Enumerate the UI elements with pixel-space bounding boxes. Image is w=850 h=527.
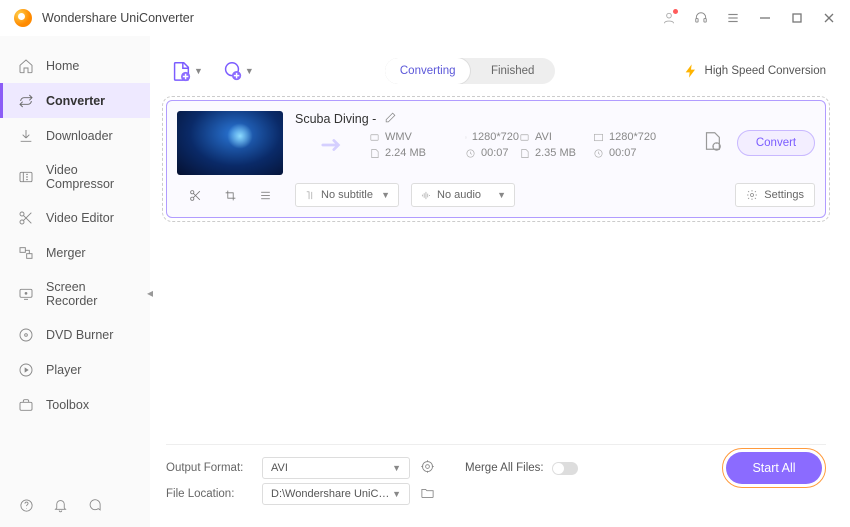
close-icon[interactable] <box>822 11 836 25</box>
tabs: Converting Finished <box>385 58 555 84</box>
sidebar-item-label: Video Compressor <box>46 163 132 191</box>
trim-icon[interactable] <box>189 189 202 202</box>
sidebar-item-compressor[interactable]: Video Compressor <box>0 153 150 200</box>
minimize-icon[interactable] <box>758 11 772 25</box>
file-card: Scuba Diving - WMV 1280*720 AVI 1280*720… <box>166 100 826 218</box>
sidebar-item-label: Toolbox <box>46 398 89 412</box>
chevron-down-icon: ▼ <box>194 66 203 76</box>
sidebar-item-downloader[interactable]: Downloader <box>0 118 150 153</box>
sidebar-item-recorder[interactable]: Screen Recorder <box>0 270 150 317</box>
scissors-icon <box>18 210 34 226</box>
merge-label: Merge All Files: <box>465 462 544 474</box>
bell-icon[interactable] <box>52 497 68 513</box>
dvd-icon <box>18 327 34 343</box>
file-location-label: File Location: <box>166 488 252 500</box>
subtitle-select[interactable]: No subtitle▼ <box>295 183 399 207</box>
sidebar-item-dvd[interactable]: DVD Burner <box>0 317 150 352</box>
sidebar: Home Converter Downloader Video Compress… <box>0 36 150 527</box>
src-resolution: 1280*720 <box>465 131 519 143</box>
start-all-button[interactable]: Start All <box>726 452 822 484</box>
dst-format: AVI <box>519 131 593 143</box>
tab-converting[interactable]: Converting <box>385 58 470 84</box>
app-logo <box>14 9 32 27</box>
add-file-button[interactable]: ▼ <box>166 56 207 86</box>
footer: Output Format: AVI▼ Merge All Files: Sta… <box>166 444 826 519</box>
video-thumbnail[interactable] <box>177 111 283 175</box>
dst-size: 2.35 MB <box>519 147 593 159</box>
chevron-down-icon: ▼ <box>245 66 254 76</box>
src-format: WMV <box>369 131 465 143</box>
sidebar-item-label: DVD Burner <box>46 328 113 342</box>
toolbox-icon <box>18 397 34 413</box>
arrow-right-icon <box>295 137 369 153</box>
open-folder-icon[interactable] <box>420 485 435 503</box>
dst-duration: 00:07 <box>593 147 689 159</box>
home-icon <box>18 58 34 74</box>
play-icon <box>18 362 34 378</box>
audio-select[interactable]: No audio▼ <box>411 183 515 207</box>
sidebar-item-converter[interactable]: Converter <box>0 83 150 118</box>
recorder-icon <box>18 286 34 302</box>
download-icon <box>18 128 34 144</box>
titlebar: Wondershare UniConverter <box>0 0 850 36</box>
maximize-icon[interactable] <box>790 11 804 25</box>
crop-icon[interactable] <box>224 189 237 202</box>
output-settings-icon[interactable] <box>701 130 723 157</box>
feedback-icon[interactable] <box>86 497 102 513</box>
sidebar-item-label: Downloader <box>46 129 113 143</box>
sidebar-item-merger[interactable]: Merger <box>0 235 150 270</box>
sidebar-item-label: Converter <box>46 94 105 108</box>
high-speed-conversion-toggle[interactable]: High Speed Conversion <box>683 63 826 79</box>
hamburger-icon[interactable] <box>726 11 740 25</box>
edit-title-icon[interactable] <box>384 111 397 127</box>
sidebar-item-player[interactable]: Player <box>0 352 150 387</box>
convert-button[interactable]: Convert <box>737 130 815 156</box>
file-location-select[interactable]: D:\Wondershare UniConvert▼ <box>262 483 410 505</box>
output-format-label: Output Format: <box>166 462 252 474</box>
compressor-icon <box>18 169 34 185</box>
src-size: 2.24 MB <box>369 147 465 159</box>
account-icon[interactable] <box>662 11 676 25</box>
target-icon[interactable] <box>420 459 435 477</box>
app-title: Wondershare UniConverter <box>42 11 194 25</box>
collapse-sidebar-icon[interactable]: ◂ <box>144 281 156 305</box>
merger-icon <box>18 245 34 261</box>
sidebar-item-label: Video Editor <box>46 211 114 225</box>
merge-toggle[interactable] <box>552 462 578 475</box>
headset-icon[interactable] <box>694 11 708 25</box>
add-folder-button[interactable]: ▼ <box>217 56 258 86</box>
sidebar-item-toolbox[interactable]: Toolbox <box>0 387 150 422</box>
sidebar-item-editor[interactable]: Video Editor <box>0 200 150 235</box>
src-duration: 00:07 <box>465 147 519 159</box>
dst-resolution: 1280*720 <box>593 131 689 143</box>
sidebar-item-home[interactable]: Home <box>0 48 150 83</box>
settings-button[interactable]: Settings <box>735 183 815 207</box>
sidebar-item-label: Home <box>46 59 79 73</box>
main-panel: ▼ ▼ Converting Finished High Speed Conve… <box>150 42 842 519</box>
sidebar-item-label: Screen Recorder <box>46 280 132 308</box>
hsc-label: High Speed Conversion <box>705 65 826 77</box>
start-all-highlight: Start All <box>722 448 826 488</box>
sidebar-item-label: Player <box>46 363 81 377</box>
file-title: Scuba Diving - <box>295 112 376 126</box>
effects-icon[interactable] <box>259 189 272 202</box>
help-icon[interactable] <box>18 497 34 513</box>
sidebar-item-label: Merger <box>46 246 86 260</box>
converter-icon <box>18 93 34 109</box>
output-format-select[interactable]: AVI▼ <box>262 457 410 479</box>
tab-finished[interactable]: Finished <box>470 58 555 84</box>
